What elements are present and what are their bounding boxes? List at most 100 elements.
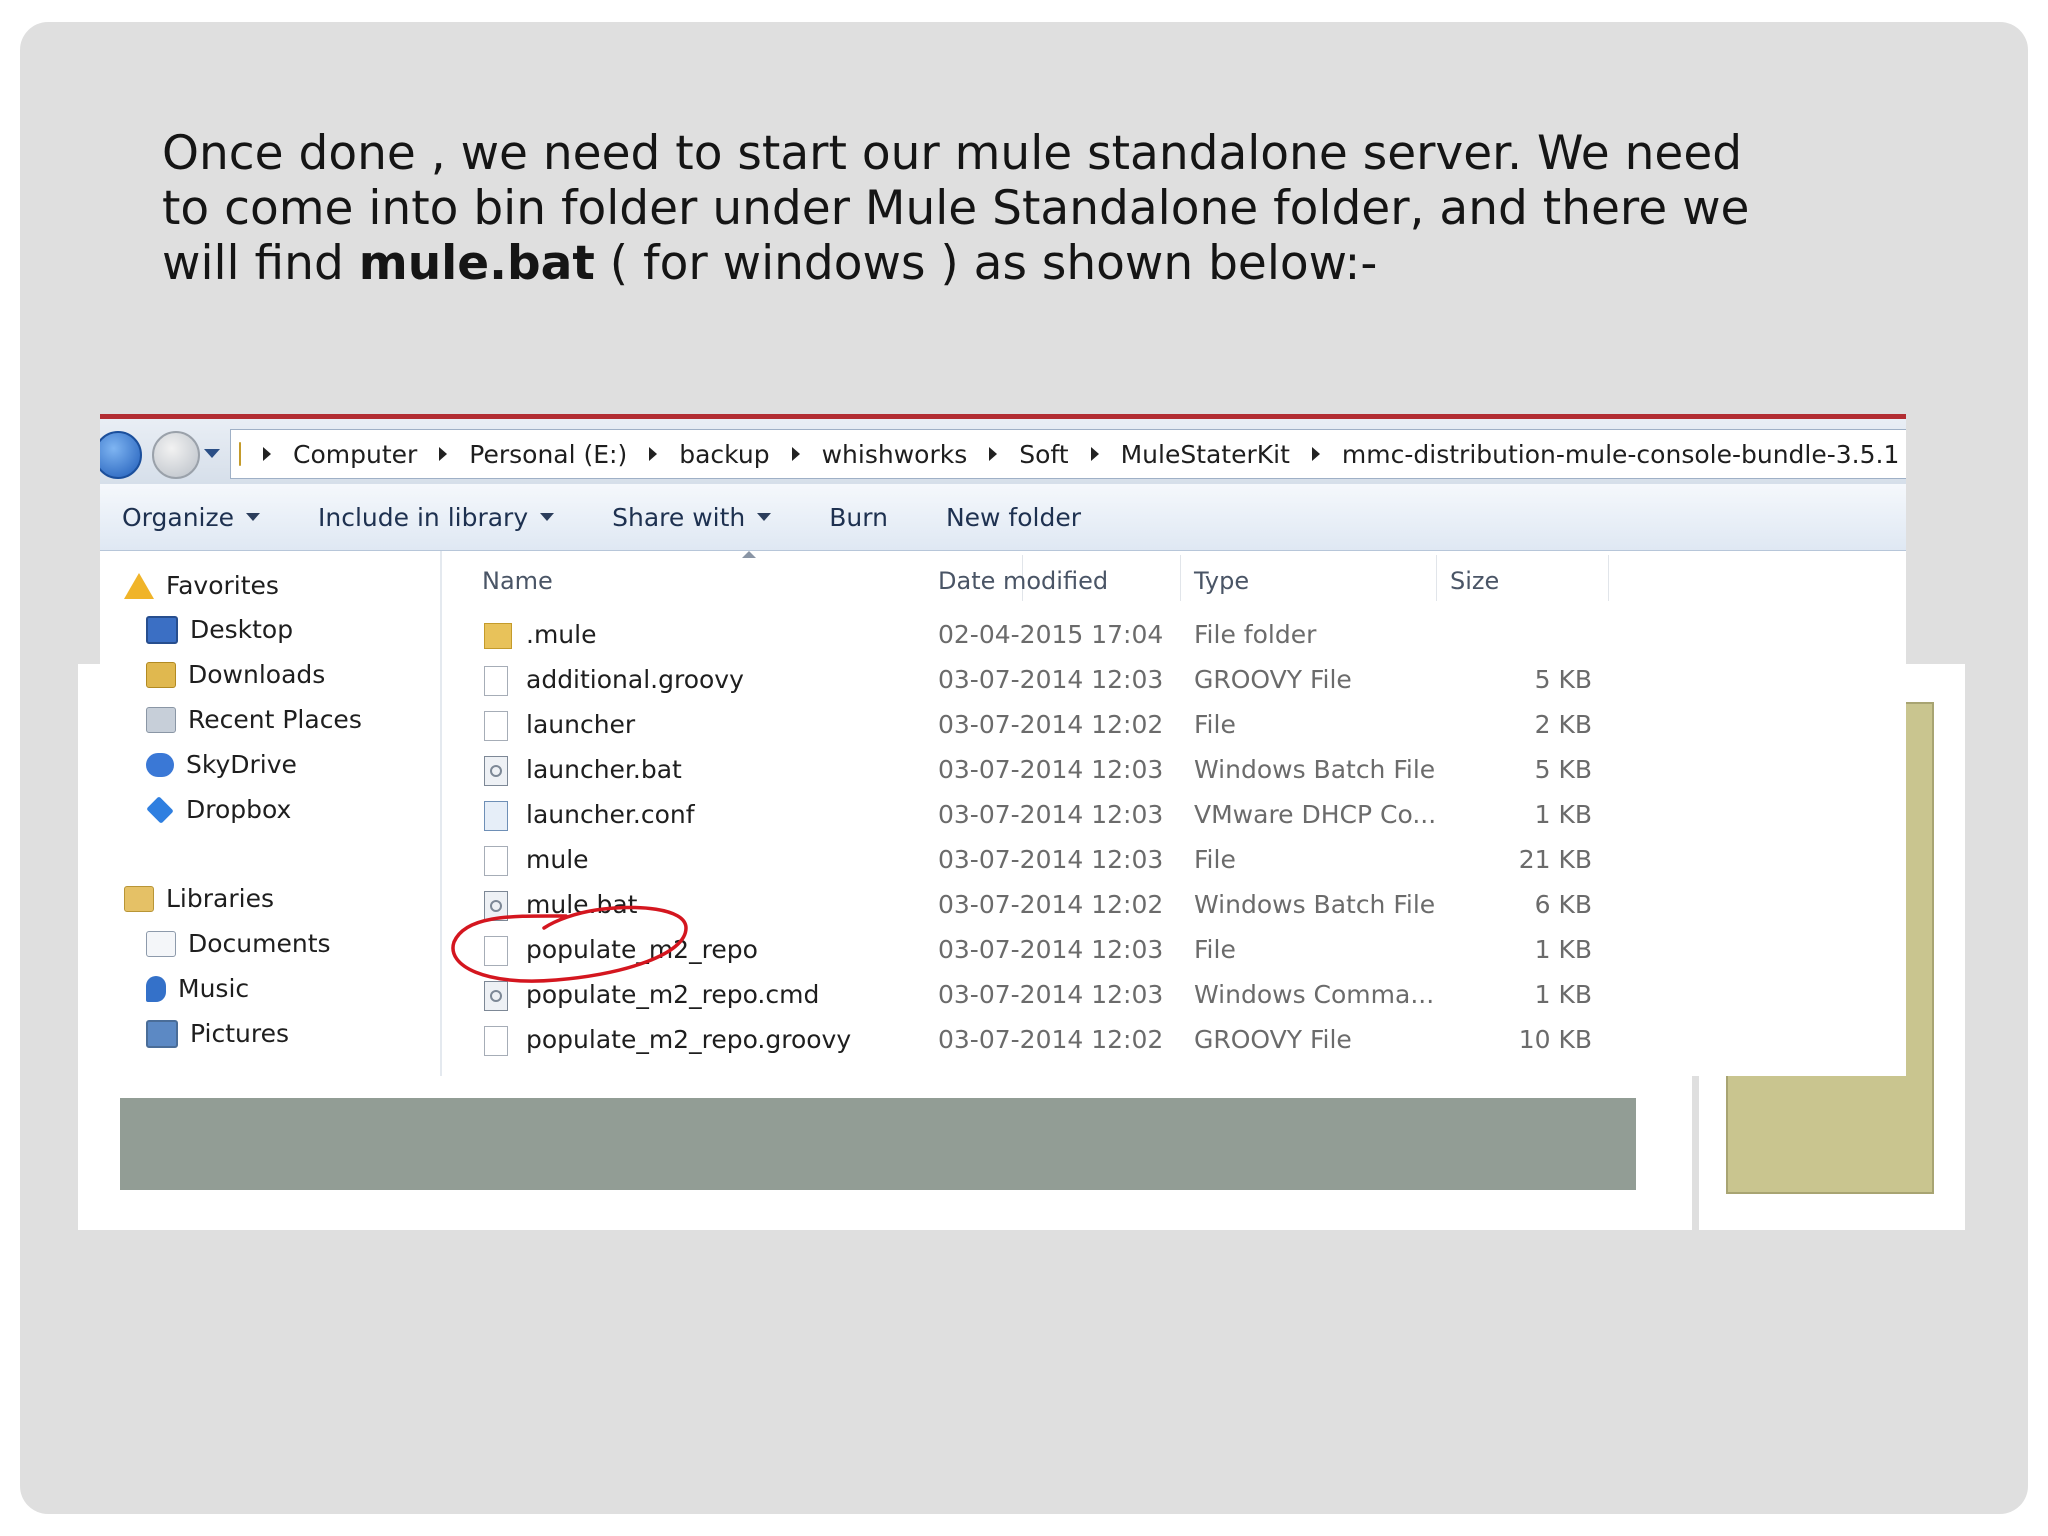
file-type: Windows Comma... xyxy=(1194,980,1435,1009)
nav-favorites[interactable]: Favorites xyxy=(124,571,279,600)
column-divider[interactable] xyxy=(1608,555,1609,601)
file-name[interactable]: mule xyxy=(526,845,589,874)
file-icon xyxy=(484,711,508,741)
breadcrumb-item[interactable]: Personal (E:) xyxy=(417,440,627,469)
column-header-date-modified[interactable]: Date modified xyxy=(938,567,1108,595)
back-arrow-icon[interactable] xyxy=(100,431,142,479)
documents-icon xyxy=(146,930,176,957)
breadcrumb-label[interactable]: Personal (E:) xyxy=(469,440,627,469)
nav-item-label[interactable]: SkyDrive xyxy=(186,750,297,779)
column-divider[interactable] xyxy=(1180,555,1181,601)
nav-item-skydrive[interactable]: SkyDrive xyxy=(146,750,297,779)
organize-label[interactable]: Organize xyxy=(122,503,234,532)
file-name[interactable]: populate_m2_repo.groovy xyxy=(526,1025,851,1054)
include-in-library-menu-button[interactable]: Include in library xyxy=(318,503,555,532)
file-icon xyxy=(484,666,508,696)
nav-item-label[interactable]: Music xyxy=(178,974,249,1003)
file-row[interactable]: populate_m2_repo.groovy 03-07-2014 12:02 G… xyxy=(442,1018,1832,1063)
file-size: 1 KB xyxy=(1534,980,1592,1009)
column-header-size[interactable]: Size xyxy=(1450,567,1499,595)
breadcrumb-item[interactable]: MuleStaterKit xyxy=(1069,440,1290,469)
highlight-circle-stroke xyxy=(451,905,688,983)
nav-item-dropbox[interactable]: Dropbox xyxy=(146,795,291,824)
column-header-name[interactable]: Name xyxy=(482,567,553,595)
file-name[interactable]: launcher.conf xyxy=(526,800,695,829)
burn-label[interactable]: Burn xyxy=(829,503,888,532)
breadcrumb-label[interactable]: backup xyxy=(679,440,769,469)
breadcrumb-item[interactable]: Soft xyxy=(967,440,1069,469)
chevron-right-icon[interactable] xyxy=(1090,447,1099,461)
breadcrumb-label[interactable]: whishworks xyxy=(822,440,968,469)
file-name[interactable]: additional.groovy xyxy=(526,665,744,694)
decorative-bar xyxy=(120,1098,1636,1190)
file-size: 21 KB xyxy=(1518,845,1592,874)
nav-item-desktop[interactable]: Desktop xyxy=(146,615,293,644)
file-name[interactable]: .mule xyxy=(526,620,596,649)
file-type: File xyxy=(1194,935,1236,964)
nav-libraries-label[interactable]: Libraries xyxy=(166,884,274,913)
chevron-right-icon[interactable] xyxy=(263,447,271,461)
file-row[interactable]: mule 03-07-2014 12:03 File 21 KB xyxy=(442,838,1832,883)
column-header-type[interactable]: Type xyxy=(1194,567,1249,595)
caption-text-2: ( for windows ) as shown below:- xyxy=(594,236,1378,291)
file-size: 1 KB xyxy=(1534,800,1592,829)
chevron-right-icon[interactable] xyxy=(439,447,448,461)
file-row[interactable]: additional.groovy 03-07-2014 12:03 GROOVY … xyxy=(442,658,1832,703)
nav-favorites-label[interactable]: Favorites xyxy=(166,571,279,600)
chevron-right-icon[interactable] xyxy=(1311,447,1320,461)
caret-down-icon[interactable] xyxy=(757,513,772,521)
nav-item-label[interactable]: Dropbox xyxy=(186,795,291,824)
file-row[interactable]: launcher 03-07-2014 12:02 File 2 KB xyxy=(442,703,1832,748)
breadcrumb-item[interactable]: mmc-distribution-mule-console-bundle-3.5… xyxy=(1290,440,1899,469)
nav-item-documents[interactable]: Documents xyxy=(146,929,331,958)
burn-button[interactable]: Burn xyxy=(829,503,888,532)
file-type: File xyxy=(1194,845,1236,874)
file-type: GROOVY File xyxy=(1194,665,1352,694)
nav-item-downloads[interactable]: Downloads xyxy=(146,660,325,689)
breadcrumb-label[interactable]: Computer xyxy=(293,440,417,469)
share-with-label[interactable]: Share with xyxy=(612,503,745,532)
explorer-window: Computer Personal (E:) backup whishworks… xyxy=(100,414,1906,1076)
new-folder-label[interactable]: New folder xyxy=(946,503,1081,532)
file-list: Name Date modified Type Size .mule 02-04-… xyxy=(442,551,1906,1076)
nav-item-label[interactable]: Documents xyxy=(188,929,331,958)
nav-item-label[interactable]: Pictures xyxy=(190,1019,289,1048)
file-size: 5 KB xyxy=(1534,665,1592,694)
breadcrumb-label[interactable]: Soft xyxy=(1019,440,1068,469)
chevron-right-icon[interactable] xyxy=(989,447,998,461)
nav-item-pictures[interactable]: Pictures xyxy=(146,1019,289,1048)
nav-item-music[interactable]: Music xyxy=(146,974,249,1003)
file-size: 6 KB xyxy=(1534,890,1592,919)
recent-places-icon xyxy=(146,706,176,733)
file-row[interactable]: .mule 02-04-2015 17:04 File folder xyxy=(442,613,1832,658)
new-folder-button[interactable]: New folder xyxy=(946,503,1081,532)
nav-item-label[interactable]: Downloads xyxy=(188,660,325,689)
breadcrumb-item[interactable]: mule xyxy=(1899,440,1906,469)
caret-down-icon[interactable] xyxy=(246,513,260,521)
file-type: Windows Batch File xyxy=(1194,755,1436,784)
include-in-library-label[interactable]: Include in library xyxy=(318,503,528,532)
column-divider[interactable] xyxy=(1436,555,1437,601)
chevron-right-icon[interactable] xyxy=(791,447,800,461)
organize-menu-button[interactable]: Organize xyxy=(122,503,260,532)
file-name[interactable]: launcher xyxy=(526,710,635,739)
breadcrumb-item[interactable]: Computer xyxy=(241,440,417,469)
recent-pages-dropdown-icon[interactable] xyxy=(204,449,220,458)
nav-libraries[interactable]: Libraries xyxy=(124,884,274,913)
file-name[interactable]: launcher.bat xyxy=(526,755,682,784)
caret-down-icon[interactable] xyxy=(540,513,555,521)
breadcrumb-item[interactable]: backup xyxy=(627,440,770,469)
breadcrumb[interactable]: Computer Personal (E:) backup whishworks… xyxy=(230,429,1906,479)
breadcrumb-label[interactable]: MuleStaterKit xyxy=(1121,440,1290,469)
nav-item-recent-places[interactable]: Recent Places xyxy=(146,705,362,734)
nav-item-label[interactable]: Desktop xyxy=(190,615,293,644)
file-row[interactable]: launcher.conf 03-07-2014 12:03 VMware DHCP… xyxy=(442,793,1832,838)
nav-item-label[interactable]: Recent Places xyxy=(188,705,362,734)
breadcrumb-label[interactable]: mmc-distribution-mule-console-bundle-3.5… xyxy=(1342,440,1899,469)
file-row[interactable]: launcher.bat 03-07-2014 12:03 Windows Batc… xyxy=(442,748,1832,793)
chevron-right-icon[interactable] xyxy=(649,447,658,461)
breadcrumb-item[interactable]: whishworks xyxy=(770,440,968,469)
share-with-menu-button[interactable]: Share with xyxy=(612,503,772,532)
forward-arrow-icon[interactable] xyxy=(152,431,200,479)
file-type: Windows Batch File xyxy=(1194,890,1436,919)
